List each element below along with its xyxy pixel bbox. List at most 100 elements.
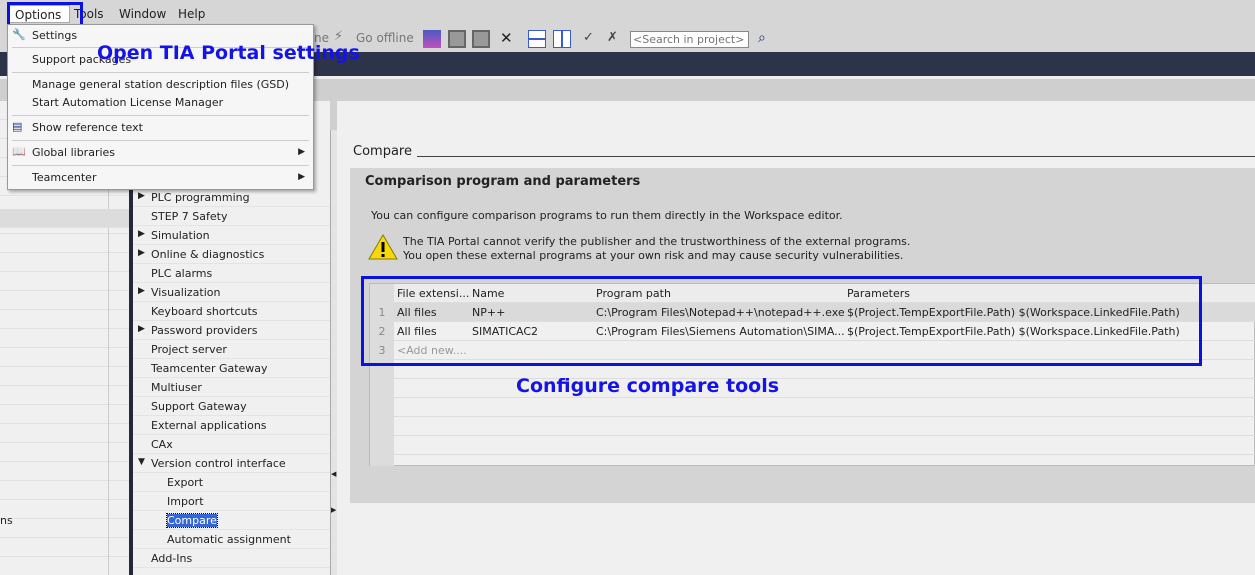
tree-item-label: Add-Ins [151, 552, 193, 565]
tree-item-label: PLC programming [151, 191, 250, 204]
close-editor-icon[interactable]: ✕ [500, 29, 518, 47]
cross-ref-clear-icon[interactable]: ✗ [607, 30, 625, 48]
project-tree-row[interactable] [0, 405, 130, 424]
tree-item-label: Project server [151, 343, 227, 356]
tree-item-external-applications[interactable]: External applications [133, 416, 330, 435]
tree-item-online-diagnostics[interactable]: ▶ Online & diagnostics [133, 245, 330, 264]
tree-item-visualization[interactable]: ▶ Visualization [133, 283, 330, 302]
menu-item-label: Manage general station description files… [32, 78, 290, 91]
project-tree-row[interactable] [0, 519, 130, 538]
tree-item-password-providers[interactable]: ▶ Password providers [133, 321, 330, 340]
project-tree-row[interactable] [0, 234, 130, 253]
warning-text-2: You open these external programs at your… [403, 249, 904, 262]
project-tree-row[interactable] [0, 209, 130, 228]
submenu-arrow-icon: ▶ [298, 147, 305, 157]
title-rule [417, 156, 1255, 157]
tree-item-simulation[interactable]: ▶ Simulation [133, 226, 330, 245]
go-offline-button[interactable]: Go offline [356, 31, 414, 45]
project-tree-row[interactable] [0, 481, 130, 500]
tree-item-label: Compare [166, 513, 218, 528]
split-vertical-icon[interactable] [553, 30, 571, 48]
collapsed-arrow-icon[interactable]: ▶ [138, 324, 145, 334]
accessible-devices-icon[interactable] [423, 30, 441, 48]
menu-separator [12, 72, 309, 73]
tree-item-label: Password providers [151, 324, 258, 337]
collapse-arrow-icon[interactable]: ◀ [331, 470, 336, 478]
menu-item-teamcenter[interactable]: Teamcenter ▶ [8, 168, 313, 188]
menu-item-label: Start Automation License Manager [32, 96, 224, 109]
project-tree-row[interactable] [0, 329, 130, 348]
project-tree-row[interactable] [0, 291, 130, 310]
project-tree-partial-text: ns [0, 514, 13, 527]
book-icon: 📖 [12, 145, 26, 158]
tree-item-multiuser[interactable]: Multiuser [133, 378, 330, 397]
reference-text-icon: ▤ [12, 120, 23, 133]
stop-simulation-icon[interactable] [472, 30, 490, 48]
compare-tools-highlight-box [361, 276, 1202, 366]
tree-item-import[interactable]: Import [133, 492, 330, 511]
tree-item-label: Multiuser [151, 381, 202, 394]
project-tree-row[interactable] [0, 348, 130, 367]
tree-item-teamcenter-gateway[interactable]: Teamcenter Gateway [133, 359, 330, 378]
collapsed-arrow-icon[interactable]: ▶ [138, 248, 145, 258]
empty-row [370, 436, 1255, 455]
tree-item-project-server[interactable]: Project server [133, 340, 330, 359]
menu-item-global-libraries[interactable]: 📖 Global libraries ▶ [8, 143, 313, 163]
project-tree-row[interactable] [0, 386, 130, 405]
submenu-arrow-icon: ▶ [298, 172, 305, 182]
tree-item-label: PLC alarms [151, 267, 213, 280]
tree-item-export[interactable]: Export [133, 473, 330, 492]
project-tree-row[interactable] [0, 253, 130, 272]
info-text: You can configure comparison programs to… [371, 209, 843, 222]
tree-item-support-gateway[interactable]: Support Gateway [133, 397, 330, 416]
project-tree-row[interactable] [0, 462, 130, 481]
page-title: Compare [353, 144, 412, 159]
tree-item-plc-programming[interactable]: ▶ PLC programming [133, 188, 330, 207]
collapsed-arrow-icon[interactable]: ▶ [138, 191, 145, 201]
menu-window[interactable]: Window [119, 7, 166, 21]
menu-item-show-reference-text[interactable]: ▤ Show reference text [8, 118, 313, 138]
project-tree-row[interactable] [0, 424, 130, 443]
tree-item-step-7-safety[interactable]: STEP 7 Safety [133, 207, 330, 226]
tree-scrollbar[interactable]: ◀ ▶ [330, 130, 337, 575]
search-binoculars-icon[interactable]: ⌕ [758, 30, 776, 48]
tree-item-label: Automatic assignment [167, 533, 291, 546]
project-tree-row[interactable] [0, 272, 130, 291]
project-tree-row[interactable] [0, 538, 130, 557]
empty-row [370, 398, 1255, 417]
tree-item-label: Support Gateway [151, 400, 247, 413]
search-project-input[interactable] [630, 31, 749, 48]
tree-item-plc-alarms[interactable]: PLC alarms [133, 264, 330, 283]
tree-item-automatic-assignment[interactable]: Automatic assignment [133, 530, 330, 549]
tree-item-cax[interactable]: CAx [133, 435, 330, 454]
empty-row [370, 379, 1255, 398]
warning-text-1: The TIA Portal cannot verify the publish… [403, 235, 911, 248]
tree-item-compare[interactable]: Compare [133, 511, 330, 530]
menu-help[interactable]: Help [178, 7, 205, 21]
collapsed-arrow-icon[interactable]: ▶ [138, 286, 145, 296]
tree-item-label: Export [167, 476, 204, 489]
menu-item-start-automation-license-manager[interactable]: Start Automation License Manager [8, 93, 313, 113]
tree-item-label: Teamcenter Gateway [151, 362, 268, 375]
project-tree-row[interactable] [0, 367, 130, 386]
split-horizontal-icon[interactable] [528, 30, 546, 48]
section-title: Comparison program and parameters [365, 174, 641, 189]
tree-item-label: CAx [151, 438, 173, 451]
expanded-arrow-icon[interactable]: ▼ [138, 457, 145, 467]
menu-bar: Options Tools Window Help [0, 0, 1255, 26]
project-tree-row[interactable] [0, 443, 130, 462]
expand-arrow-icon[interactable]: ▶ [331, 506, 336, 514]
cross-ref-check-icon[interactable]: ✓ [583, 30, 601, 48]
project-tree-row[interactable] [0, 500, 130, 519]
tree-item-add-ins[interactable]: Add-Ins [133, 549, 330, 568]
project-tree-row[interactable] [0, 310, 130, 329]
tree-item-version-control-interface[interactable]: ▼ Version control interface [133, 454, 330, 473]
tree-item-label: Online & diagnostics [151, 248, 265, 261]
menu-separator [12, 165, 309, 166]
tree-item-label: Visualization [151, 286, 221, 299]
menu-item-manage-general-station-description-files-gsd[interactable]: Manage general station description files… [8, 75, 313, 95]
start-simulation-icon[interactable] [448, 30, 466, 48]
tree-item-label: Simulation [151, 229, 210, 242]
tree-item-keyboard-shortcuts[interactable]: Keyboard shortcuts [133, 302, 330, 321]
collapsed-arrow-icon[interactable]: ▶ [138, 229, 145, 239]
